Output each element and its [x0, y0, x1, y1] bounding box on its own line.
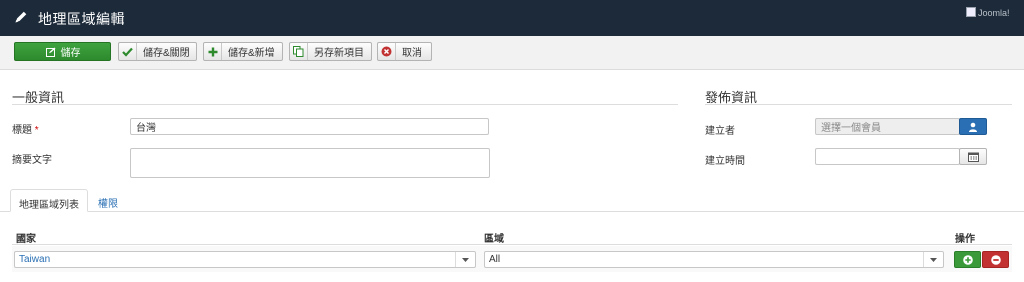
country-select[interactable]: Taiwan [14, 251, 476, 268]
created-by-input [815, 118, 960, 135]
required-mark: * [34, 125, 39, 136]
save-button[interactable]: 儲存 [14, 42, 111, 61]
save-as-copy-button[interactable]: 另存新項目 [289, 42, 372, 61]
check-icon [119, 43, 137, 60]
save-close-label: 儲存&關閉 [143, 48, 190, 59]
save-new-button[interactable]: 儲存&新增 [203, 42, 283, 61]
column-header-country: 國家 [16, 234, 36, 245]
plus-icon [204, 43, 222, 60]
user-icon [969, 122, 977, 132]
copy-icon [290, 43, 308, 60]
general-divider [12, 104, 678, 105]
save-close-button[interactable]: 儲存&關閉 [118, 42, 197, 61]
edit-icon [45, 43, 57, 60]
created-time-label: 建立時間 [705, 156, 745, 167]
page-title: 地理區域編輯 [38, 11, 125, 27]
brand-logo: Joomla! [966, 7, 1016, 21]
cancel-label: 取消 [402, 48, 422, 59]
calendar-icon [967, 152, 979, 162]
logo-alt-text: Joomla! [978, 8, 1010, 18]
title-label: 標題 * [12, 121, 39, 136]
region-select[interactable]: All [484, 251, 944, 268]
remove-row-icon [990, 254, 1001, 265]
title-label-text: 標題 [12, 125, 32, 136]
caret-down-icon [923, 252, 943, 267]
title-input[interactable] [130, 118, 489, 135]
column-header-actions: 操作 [955, 234, 975, 245]
broken-image-icon [966, 7, 976, 17]
tab-region-list[interactable]: 地理區域列表 [10, 189, 88, 212]
summary-textarea[interactable] [130, 148, 490, 178]
publishing-divider [705, 104, 1012, 105]
created-by-label: 建立者 [705, 126, 735, 137]
add-row-button[interactable] [954, 251, 981, 268]
tabs-divider [0, 211, 1024, 212]
add-row-icon [962, 254, 973, 265]
tab-permissions[interactable]: 權限 [90, 189, 126, 212]
remove-row-button[interactable] [982, 251, 1009, 268]
toolbar: 儲存 儲存&關閉 儲存&新增 另存新項目 取消 [0, 36, 1024, 70]
edit-pencil-icon [15, 11, 27, 23]
save-new-label: 儲存&新增 [228, 48, 275, 59]
cancel-circle-icon [378, 43, 396, 60]
table-header-divider [12, 244, 1012, 245]
cancel-button[interactable]: 取消 [377, 42, 432, 61]
calendar-button[interactable] [959, 148, 987, 165]
region-value: All [489, 254, 501, 265]
created-time-input[interactable] [815, 148, 960, 165]
select-user-button[interactable] [959, 118, 987, 135]
summary-label: 摘要文字 [12, 155, 52, 166]
column-header-region: 區域 [484, 234, 504, 245]
page-header: 地理區域編輯 Joomla! [0, 0, 1024, 36]
caret-down-icon [455, 252, 475, 267]
save-as-copy-label: 另存新項目 [314, 48, 364, 59]
save-label: 儲存 [60, 48, 81, 59]
country-value: Taiwan [19, 254, 51, 265]
